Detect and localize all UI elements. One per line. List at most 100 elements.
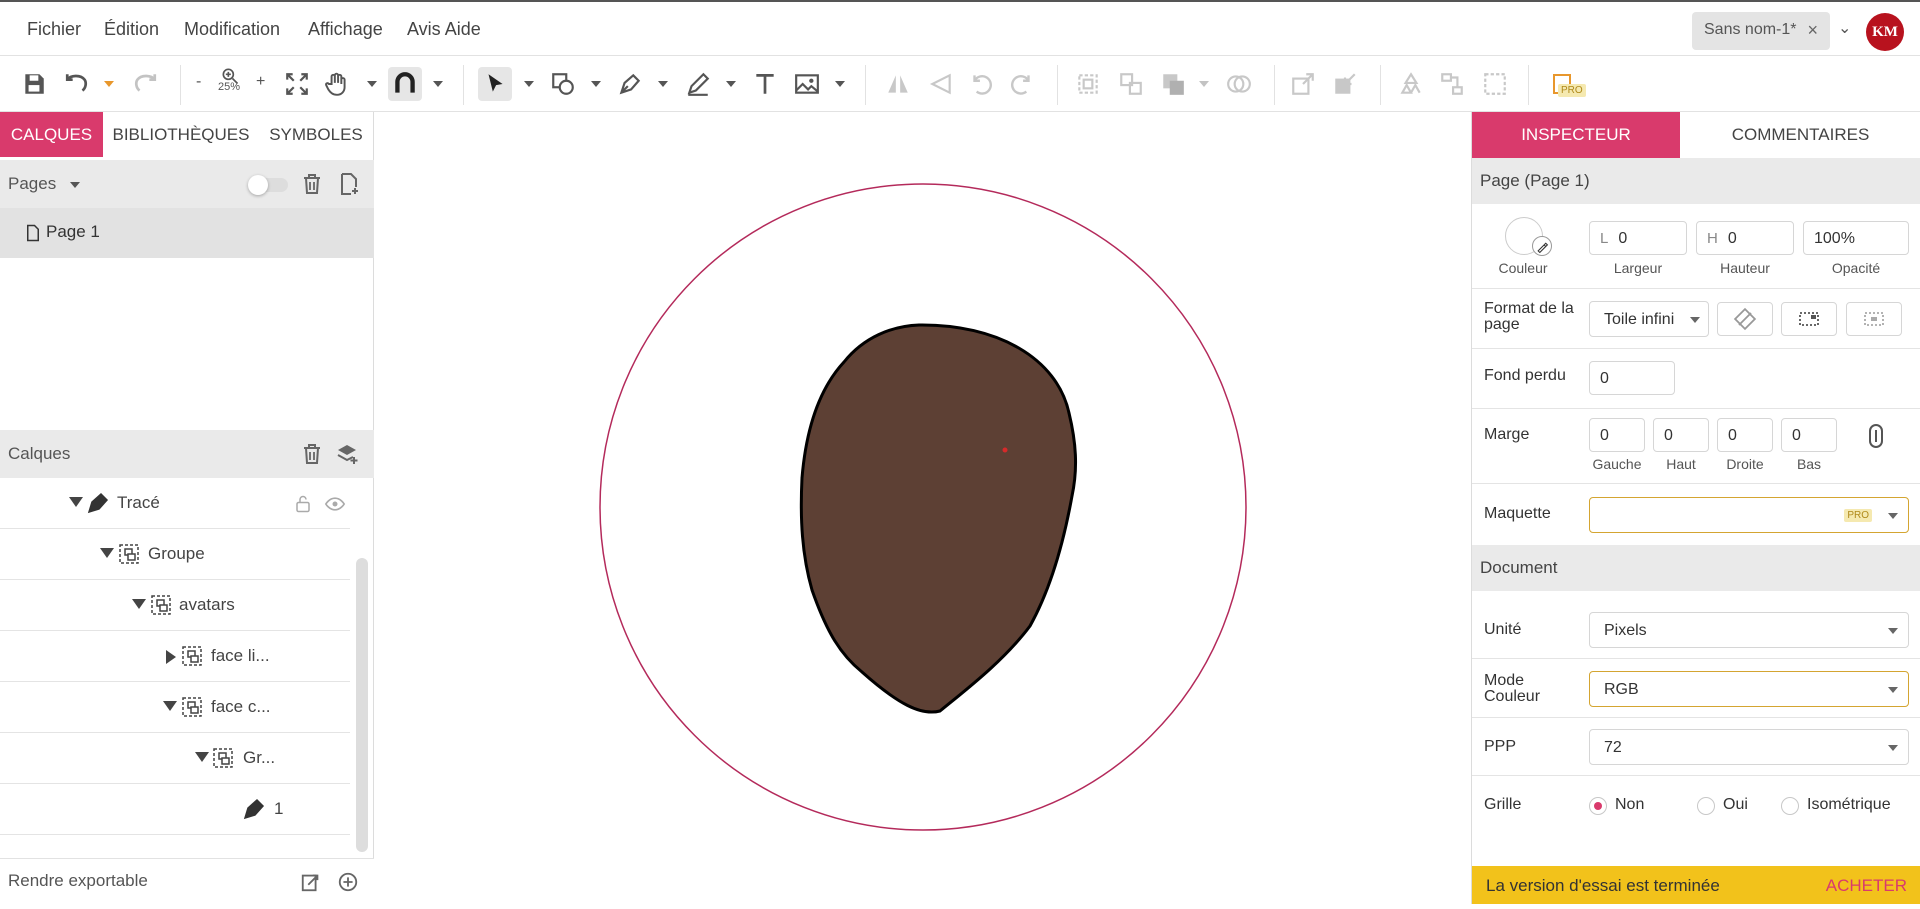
tab-comments[interactable]: COMMENTAIRES [1680,112,1920,158]
fit-to-selection-button[interactable] [1846,302,1902,336]
trash-icon[interactable] [300,172,324,196]
pen-dropdown[interactable] [658,81,668,87]
margin-right-field[interactable]: 0 [1717,418,1773,452]
inspector-panel: INSPECTEUR COMMENTAIRES Page (Page 1) Co… [1471,112,1920,904]
bleed-label: Fond perdu [1484,367,1566,384]
menu-modify[interactable]: Modification [184,19,280,40]
pencil-dropdown[interactable] [726,81,736,87]
document-tab[interactable]: Sans nom-1* × [1692,12,1830,50]
separator [1380,65,1381,105]
trash-icon[interactable] [300,442,324,466]
mockup-select[interactable]: PRO [1589,497,1909,533]
canvas[interactable] [375,112,1471,904]
undo-history-dropdown[interactable] [104,81,114,87]
shape-dropdown[interactable] [591,81,601,87]
menu-view[interactable]: Affichage [308,19,383,40]
menu-edit[interactable]: Édition [104,19,159,40]
snap-dropdown[interactable] [433,81,443,87]
expand-toggle[interactable] [100,548,114,558]
zoom-in-button[interactable]: + [256,73,265,91]
document-section-title: Document [1472,545,1920,591]
tab-layers[interactable]: CALQUES [0,112,103,157]
grid-radio-none[interactable] [1589,797,1607,815]
layer-row[interactable]: face c... [0,682,350,733]
expand-toggle[interactable] [69,497,83,507]
pages-dropdown[interactable] [70,182,80,188]
image-dropdown[interactable] [835,81,845,87]
fit-to-content-button[interactable] [1781,302,1837,336]
group-icon [1071,67,1105,101]
export-settings-icon[interactable] [300,871,322,893]
menu-file[interactable]: Fichier [27,19,81,40]
margin-top-field[interactable]: 0 [1653,418,1709,452]
buy-button[interactable]: ACHETER [1826,876,1907,896]
ppi-select[interactable]: 72 [1589,729,1909,765]
divider [1472,717,1920,718]
tab-libraries[interactable]: BIBLIOTHÈQUES [110,112,252,157]
add-layer-icon[interactable] [335,442,359,466]
pro-badge: PRO [1558,84,1586,97]
add-page-icon[interactable] [337,172,361,196]
grid-radio-isometric[interactable] [1781,797,1799,815]
zoom-out-button[interactable]: - [196,73,201,91]
expand-toggle[interactable] [166,650,176,664]
orientation-button[interactable] [1717,302,1773,336]
magnet-snap-icon[interactable] [388,67,422,101]
pen-path-icon [243,798,265,820]
layer-row[interactable]: Tracé [0,478,350,529]
layers-scrollbar[interactable] [356,558,368,852]
margin-left-field[interactable]: 0 [1589,418,1645,452]
layer-label: 1 [274,799,284,818]
opacity-field[interactable]: 100% [1803,221,1909,255]
avatar[interactable]: KM [1866,13,1904,51]
expand-toggle[interactable] [132,599,146,609]
pages-toggle[interactable] [248,175,288,195]
expand-toggle[interactable] [163,701,177,711]
shape-tool-icon[interactable] [546,67,580,101]
face-shape[interactable] [799,323,1078,714]
image-tool-icon[interactable] [790,67,824,101]
list-item-page[interactable]: Page 1 [0,208,374,258]
color-mode-select[interactable]: RGB [1589,671,1909,707]
grid-radio-yes[interactable] [1697,797,1715,815]
hand-tool-dropdown[interactable] [367,81,377,87]
undo-icon[interactable] [60,67,94,101]
layer-row[interactable]: avatars [0,580,350,631]
height-field[interactable]: H0 [1696,221,1794,255]
color-mode-value: RGB [1604,681,1639,698]
unit-select[interactable]: Pixels [1589,612,1909,648]
save-icon[interactable] [17,67,51,101]
margin-bottom-field[interactable]: 0 [1781,418,1837,452]
artboard-icon [1478,67,1512,101]
tab-inspector[interactable]: INSPECTEUR [1472,112,1680,158]
chevron-double-down-icon[interactable]: ⌄ [1838,18,1851,38]
fit-screen-icon[interactable] [280,67,314,101]
color-label: Couleur [1498,260,1548,276]
select-dropdown[interactable] [524,81,534,87]
pencil-tool-icon[interactable] [681,67,715,101]
margin-right-value: 0 [1728,427,1737,444]
anchor-point[interactable] [1002,447,1008,453]
layer-row[interactable]: face li... [0,631,350,682]
layer-row[interactable]: Gr... [0,733,350,784]
select-pointer-icon[interactable] [478,67,512,101]
tab-symbols[interactable]: SYMBOLES [266,112,366,157]
hand-tool-icon[interactable] [320,67,354,101]
pro-feature-icon[interactable]: PRO [1542,67,1586,101]
eyedropper-icon[interactable] [1532,236,1552,256]
width-field[interactable]: L0 [1589,221,1687,255]
layer-row[interactable]: Groupe [0,529,350,580]
menu-help[interactable]: Avis Aide [407,19,481,40]
eye-icon[interactable] [324,494,346,514]
link-margins-icon[interactable] [1866,423,1886,449]
page-format-select[interactable]: Toile infini [1589,301,1709,337]
add-circle-icon[interactable] [337,871,359,893]
layer-row[interactable]: 1 [0,784,350,835]
text-tool-icon[interactable] [748,67,782,101]
pen-tool-icon[interactable] [613,67,647,101]
close-icon[interactable]: × [1807,20,1818,41]
expand-toggle[interactable] [195,752,209,762]
lock-icon[interactable] [294,494,312,514]
bleed-field[interactable]: 0 [1589,361,1675,395]
layer-label: face c... [211,697,271,716]
